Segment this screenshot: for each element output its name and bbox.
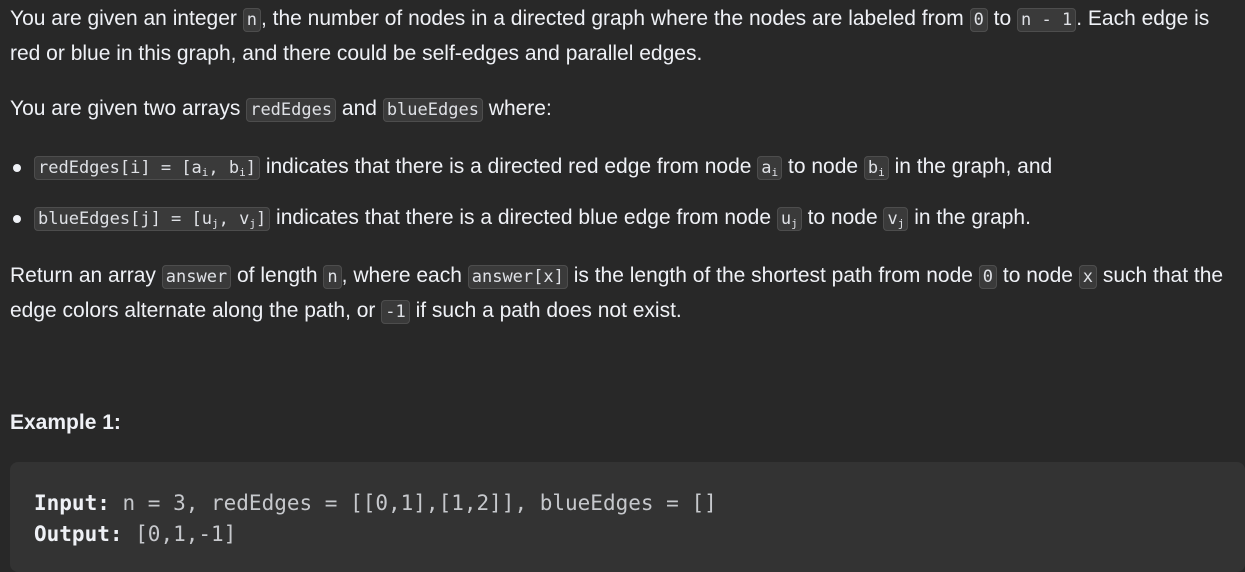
text: Return an array	[10, 264, 162, 287]
text: where:	[482, 97, 552, 120]
output-label: Output:	[34, 522, 123, 546]
code-b-i: bi	[863, 156, 889, 180]
text: to node	[782, 155, 864, 178]
code-blue-edges: blueEdges	[382, 98, 483, 122]
text: in the graph, and	[888, 155, 1053, 178]
code-a-i: ai	[757, 156, 783, 180]
code-n: n	[242, 8, 261, 32]
edge-definition-list: redEdges[i] = [ai, bi] indicates that th…	[10, 150, 1240, 252]
code-red-edge-def: redEdges[i] = [ai, bi]	[34, 156, 260, 180]
example-box: Input: n = 3, redEdges = [[0,1],[1,2]], …	[10, 462, 1245, 572]
code-x: x	[1078, 265, 1098, 289]
code-answer: answer	[161, 265, 232, 289]
intro-paragraph: You are given an integer n, the number o…	[10, 2, 1240, 70]
text: in the graph.	[908, 206, 1031, 229]
code-minus-one: -1	[381, 300, 410, 324]
code-v-j: vj	[883, 207, 909, 231]
example-title: Example 1:	[10, 411, 121, 434]
text: to node	[997, 264, 1079, 287]
code-red-edges: redEdges	[246, 98, 337, 122]
code-zero: 0	[978, 265, 998, 289]
text: to	[987, 7, 1018, 30]
text: indicates that there is a directed red e…	[259, 155, 758, 178]
text: You are given two arrays	[10, 97, 247, 120]
code-n: n	[323, 265, 342, 289]
list-item-blue-edges: blueEdges[j] = [uj, vj] indicates that t…	[10, 201, 1240, 252]
text: , where each	[341, 264, 468, 287]
code-zero: 0	[969, 8, 988, 32]
input-value: n = 3, redEdges = [[0,1],[1,2]], blueEdg…	[109, 491, 717, 515]
code-blue-edge-def: blueEdges[j] = [uj, vj]	[34, 207, 271, 231]
text: You are given an integer	[10, 7, 243, 30]
arrays-paragraph: You are given two arrays redEdges and bl…	[10, 92, 1240, 127]
list-item-red-edges: redEdges[i] = [ai, bi] indicates that th…	[10, 150, 1240, 201]
text: indicates that there is a directed blue …	[270, 206, 777, 229]
example-lines: Input: n = 3, redEdges = [[0,1],[1,2]], …	[34, 488, 717, 550]
code-answer-x: answer[x]	[467, 265, 568, 289]
text: is the length of the shortest path from …	[567, 264, 979, 287]
output-value: [0,1,-1]	[122, 522, 237, 546]
text: of length	[231, 264, 324, 287]
return-paragraph: Return an array answer of length n, wher…	[10, 259, 1240, 329]
text: and	[336, 97, 383, 120]
code-u-j: uj	[776, 207, 802, 231]
text: if such a path does not exist.	[409, 299, 682, 322]
text: to node	[801, 206, 884, 229]
text: , the number of nodes in a directed grap…	[260, 7, 970, 30]
code-n-minus-1: n - 1	[1017, 8, 1077, 32]
input-label: Input:	[34, 491, 110, 515]
